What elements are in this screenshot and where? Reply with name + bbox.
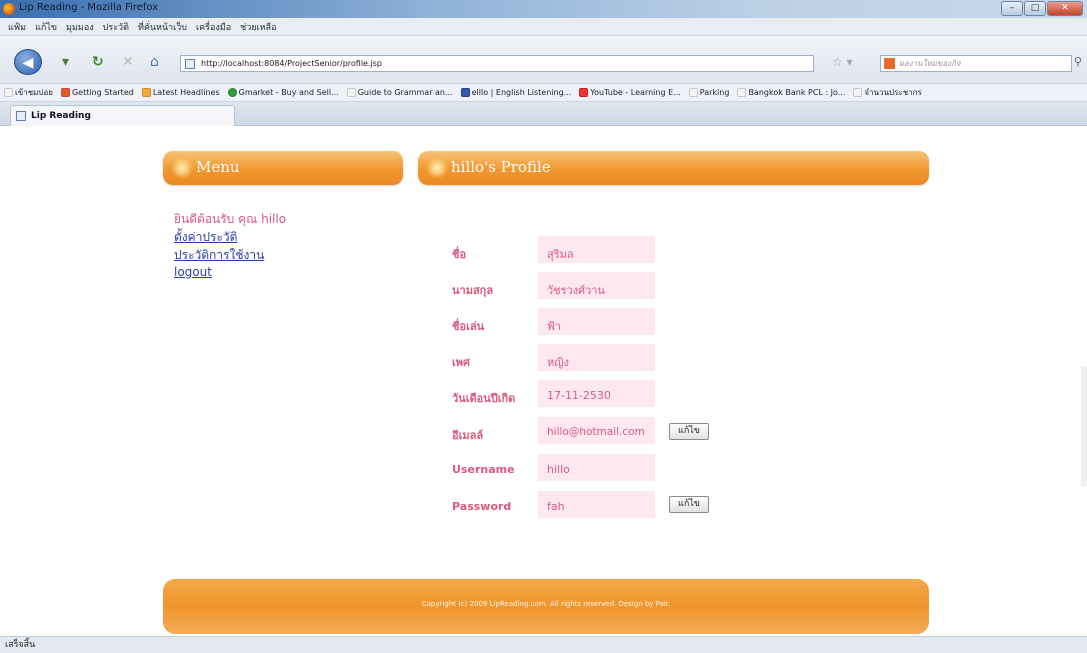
firefox-bookmark-icon — [60, 88, 70, 97]
bookmark-elllo[interactable]: elllo | English Listening... — [460, 88, 571, 97]
menu-view[interactable]: มุมมอง — [66, 20, 94, 34]
window-titlebar: Lip Reading - Mozilla Firefox – □ ✕ — [0, 0, 1087, 18]
bookmark-icon — [688, 88, 698, 97]
bookmark-gmarket[interactable]: Gmarket - Buy and Sell... — [227, 88, 339, 97]
search-icon[interactable]: ⚲ — [1074, 55, 1082, 68]
footer-copyright: Copyright (c) 2009 LipReading.com. All r… — [421, 600, 671, 608]
welcome-text: ยินดีต้อนรับ คุณ hillo — [174, 212, 287, 226]
password-label: Password — [452, 500, 512, 513]
bookmarks-toolbar: เข้าชมบ่อย Getting Started Latest Headli… — [0, 84, 1087, 102]
bookmark-getting-started[interactable]: Getting Started — [60, 88, 134, 97]
url-text: http://localhost:8084/ProjectSenior/prof… — [201, 59, 382, 68]
bookmark-bangkok-bank[interactable]: Bangkok Bank PCL : Jo... — [737, 88, 845, 97]
password-value: fah — [547, 500, 565, 513]
bookmark-youtube[interactable]: YouTube - Learning E... — [579, 88, 681, 97]
stop-icon[interactable]: ✕ — [122, 54, 134, 70]
menu-edit[interactable]: แก้ไข — [35, 20, 57, 34]
window-title: Lip Reading - Mozilla Firefox — [19, 2, 159, 13]
menu-title: Menu — [196, 158, 240, 176]
bookmark-population[interactable]: จำนวนประชากร — [853, 86, 922, 99]
first-name-label: ชื่อ — [452, 248, 467, 261]
tab-favicon-icon — [16, 111, 26, 121]
birthdate-value: 17-11-2530 — [547, 389, 611, 402]
email-label: อีเมลล์ — [452, 429, 484, 442]
gender-label: เพศ — [452, 356, 470, 369]
profile-header: hillo's Profile — [418, 151, 929, 185]
username-label: Username — [452, 463, 515, 476]
reload-icon[interactable]: ↻ — [92, 54, 104, 70]
menu-tools[interactable]: เครื่องมือ — [196, 20, 231, 34]
nickname-label: ชื่อเล่น — [452, 320, 485, 333]
tab-lip-reading[interactable]: Lip Reading — [10, 105, 235, 126]
bookmark-most-visited[interactable]: เข้าชมบ่อย — [4, 86, 53, 99]
tab-bar: Lip Reading — [0, 102, 1087, 126]
menu-file[interactable]: แฟ้ม — [8, 20, 26, 34]
home-icon[interactable]: ⌂ — [150, 54, 159, 70]
bookmark-latest-headlines[interactable]: Latest Headlines — [141, 88, 220, 97]
page-favicon-icon — [185, 59, 195, 69]
username-value: hillo — [547, 463, 570, 476]
minimize-button[interactable]: – — [1001, 1, 1023, 16]
bookmark-guide-grammar[interactable]: Guide to Grammar an... — [346, 88, 453, 97]
menu-bookmarks[interactable]: ที่คั่นหน้าเว็บ — [138, 20, 187, 34]
elllo-icon — [460, 88, 470, 97]
bookmark-parking[interactable]: Parking — [688, 88, 729, 97]
search-placeholder: ผลงานใหม่ของกิจ — [899, 59, 961, 68]
edit-email-button[interactable]: แก้ไข — [669, 423, 709, 440]
page-footer: Copyright (c) 2009 LipReading.com. All r… — [163, 579, 929, 634]
last-name-value: วัชรวงศ์วาน — [547, 284, 605, 297]
gender-value: หญิง — [547, 356, 569, 369]
edit-password-button[interactable]: แก้ไข — [669, 496, 709, 513]
first-name-value: สุริมล — [547, 248, 574, 261]
back-button[interactable]: ◀ — [14, 49, 42, 75]
bookmark-icon — [853, 88, 863, 97]
menu-history[interactable]: ประวัติ — [103, 20, 129, 34]
tab-label: Lip Reading — [31, 111, 91, 121]
bookmark-star-icon[interactable]: ☆ ▾ — [832, 55, 853, 69]
menu-help[interactable]: ช่วยเหลือ — [240, 20, 276, 34]
search-engine-icon[interactable] — [884, 58, 895, 69]
window-controls: – □ ✕ — [1001, 1, 1083, 16]
profile-title: hillo's Profile — [451, 158, 551, 176]
birthdate-label: วันเดือนปีเกิด — [452, 392, 516, 405]
page-content: Menu ยินดีต้อนรับ คุณ hillo ตั้งค่าประวั… — [0, 126, 1087, 636]
nickname-value: ฟ้า — [547, 320, 561, 333]
profile-settings-link[interactable]: ตั้งค่าประวัติ — [174, 228, 237, 247]
scrollbar[interactable] — [1081, 366, 1087, 486]
firefox-icon — [3, 3, 15, 15]
close-button[interactable]: ✕ — [1047, 1, 1083, 16]
status-bar: เสร็จสิ้น — [0, 636, 1087, 653]
menu-header: Menu — [163, 151, 403, 185]
sun-decoration-icon — [426, 157, 448, 179]
rss-icon — [141, 88, 151, 97]
forward-dropdown-icon[interactable]: ▾ — [62, 54, 69, 70]
menu-bar: แฟ้ม แก้ไข มุมมอง ประวัติ ที่คั่นหน้าเว็… — [0, 18, 1087, 36]
url-bar[interactable]: http://localhost:8084/ProjectSenior/prof… — [180, 55, 814, 72]
bookmark-icon — [4, 88, 13, 97]
last-name-label: นามสกุล — [452, 284, 494, 297]
gmarket-icon — [227, 88, 237, 97]
status-text: เสร็จสิ้น — [5, 640, 36, 650]
bookmark-icon — [346, 88, 356, 97]
bookmark-icon — [737, 88, 747, 97]
logout-link[interactable]: logout — [174, 265, 212, 279]
youtube-icon — [579, 88, 589, 97]
maximize-button[interactable]: □ — [1024, 1, 1046, 16]
search-box[interactable]: ผลงานใหม่ของกิจ — [880, 55, 1072, 72]
email-value: hillo@hotmail.com — [547, 426, 645, 438]
sun-decoration-icon — [171, 157, 193, 179]
usage-history-link[interactable]: ประวัติการใช้งาน — [174, 246, 264, 265]
